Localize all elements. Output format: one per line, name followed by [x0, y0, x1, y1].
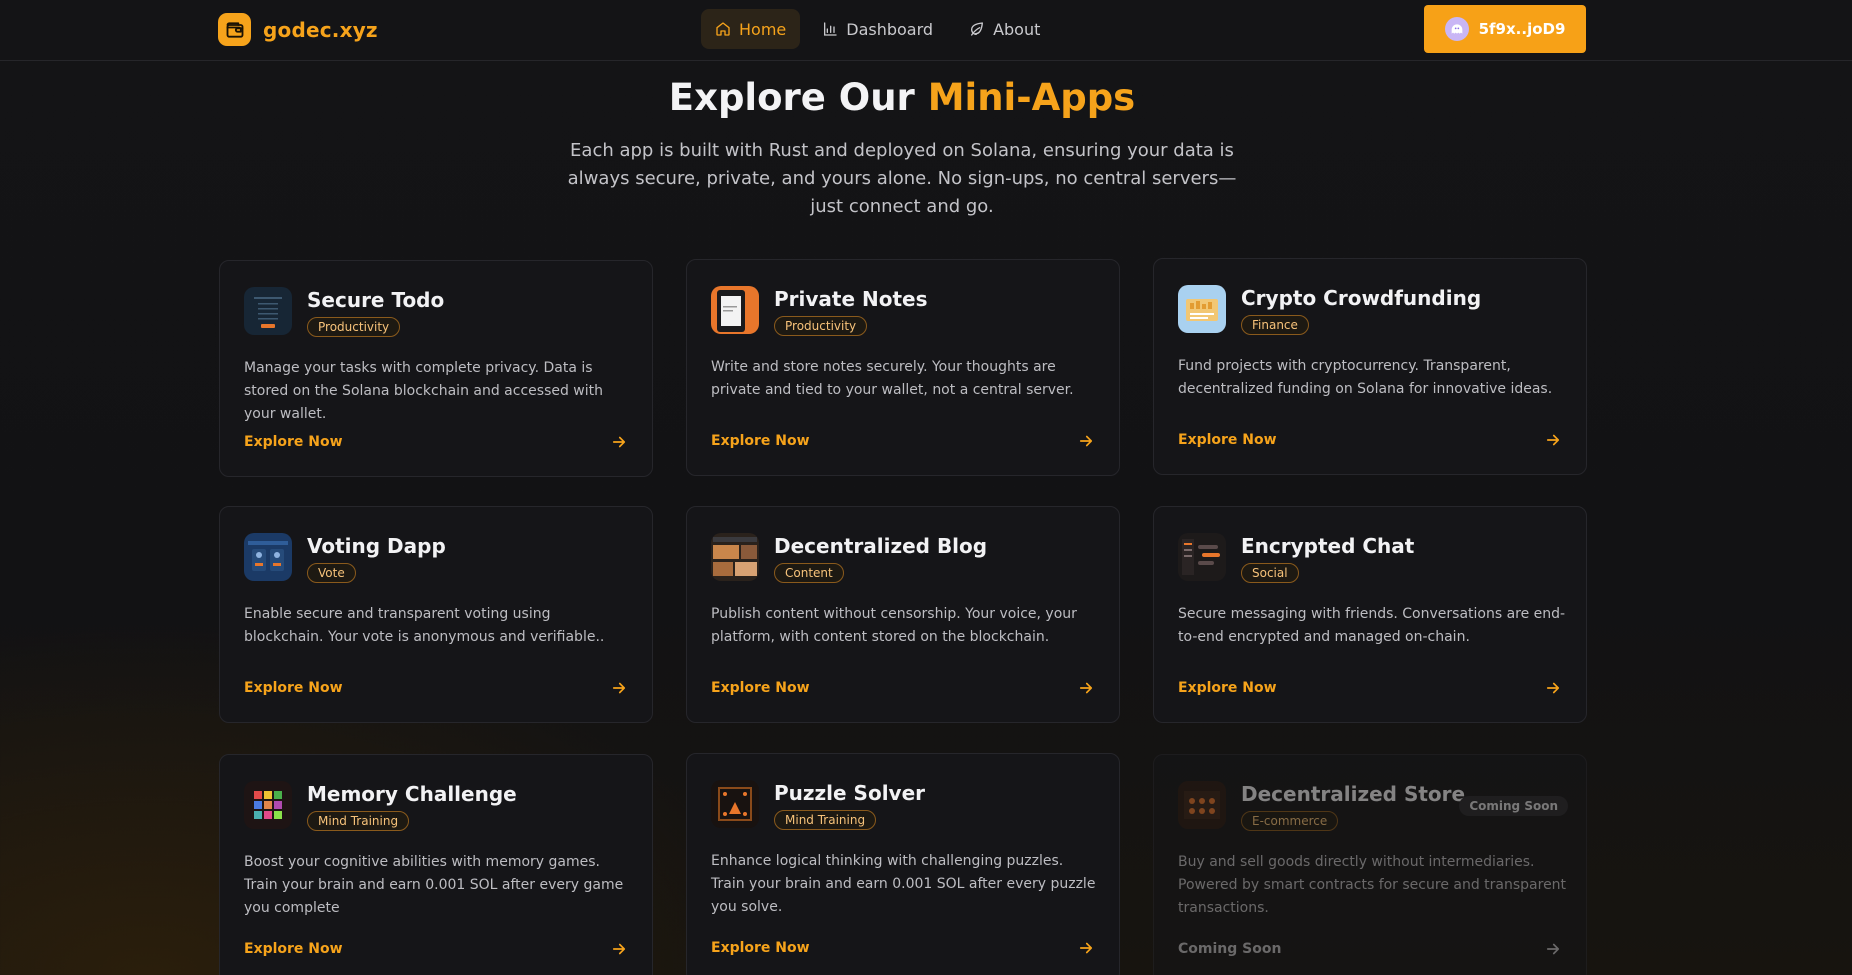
wallet-address: 5f9x..joD9: [1478, 20, 1566, 38]
app-description: Manage your tasks with complete privacy.…: [244, 360, 604, 422]
arrow-right-icon: [1546, 434, 1560, 446]
explore-link[interactable]: Explore Now: [244, 679, 628, 697]
coming-soon-link: Coming Soon: [1178, 940, 1562, 958]
home-icon: [716, 22, 730, 36]
app-card-decentralized-blog[interactable]: Decentralized Blog Content Publish conte…: [686, 506, 1120, 723]
cta-label: Explore Now: [711, 680, 810, 696]
app-card-secure-todo[interactable]: Secure Todo Productivity Manage your tas…: [219, 260, 653, 477]
brand[interactable]: godec.xyz: [218, 13, 378, 46]
page-subtitle: Each app is built with Rust and deployed…: [567, 140, 1237, 217]
explore-link[interactable]: Explore Now: [1178, 431, 1562, 449]
top-navbar: godec.xyz Home Dashboard About 5f9x..joD…: [0, 0, 1852, 61]
wallet-connect-button[interactable]: 5f9x..joD9: [1424, 5, 1586, 53]
explore-link[interactable]: Explore Now: [711, 939, 1095, 957]
voting-thumbnail-icon: [244, 533, 292, 581]
arrow-right-icon: [612, 943, 626, 955]
arrow-right-icon: [1546, 682, 1560, 694]
arrow-right-icon: [1079, 435, 1093, 447]
category-tag: Productivity: [774, 316, 868, 336]
app-card-decentralized-store: Decentralized Store E-commerce Coming So…: [1153, 754, 1587, 975]
app-description: Enable secure and transparent voting usi…: [244, 606, 605, 645]
nav-home[interactable]: Home: [701, 9, 801, 49]
title-prefix: Explore Our: [668, 76, 915, 119]
app-description: Fund projects with cryptocurrency. Trans…: [1178, 358, 1553, 397]
phantom-ghost-icon: [1444, 17, 1469, 41]
app-description: Enhance logical thinking with challengin…: [711, 853, 1096, 915]
wallet-icon: [218, 13, 251, 46]
app-title: Encrypted Chat: [1241, 534, 1415, 558]
app-title: Crypto Crowdfunding: [1241, 286, 1482, 310]
app-card-memory-challenge[interactable]: Memory Challenge Mind Training Boost you…: [219, 754, 653, 975]
app-card-crypto-crowdfunding[interactable]: Crypto Crowdfunding Finance Fund project…: [1153, 258, 1587, 475]
app-description: Buy and sell goods directly without inte…: [1178, 854, 1567, 916]
app-description: Publish content without censorship. Your…: [711, 606, 1077, 645]
category-tag: Finance: [1241, 315, 1309, 335]
category-tag: Mind Training: [307, 811, 410, 831]
app-title: Private Notes: [774, 287, 928, 311]
cta-label: Explore Now: [244, 680, 343, 696]
nav-dashboard[interactable]: Dashboard: [808, 9, 947, 49]
explore-link[interactable]: Explore Now: [711, 679, 1095, 697]
arrow-right-icon: [1079, 682, 1093, 694]
app-title: Decentralized Blog: [774, 534, 988, 558]
app-title: Voting Dapp: [307, 534, 446, 558]
app-title: Puzzle Solver: [774, 781, 926, 805]
cta-label: Explore Now: [244, 941, 343, 957]
app-description: Write and store notes securely. Your tho…: [711, 359, 1074, 398]
leaf-icon: [971, 22, 984, 36]
app-title: Secure Todo: [307, 288, 445, 312]
chat-thumbnail-icon: [1178, 533, 1226, 581]
memory-thumbnail-icon: [244, 781, 292, 829]
arrow-right-icon: [1079, 942, 1093, 954]
nav-home-label: Home: [739, 19, 787, 39]
app-card-puzzle-solver[interactable]: Puzzle Solver Mind Training Enhance logi…: [686, 753, 1120, 975]
cta-label: Explore Now: [711, 940, 810, 956]
brand-name: godec.xyz: [263, 17, 378, 42]
category-tag: Productivity: [307, 317, 401, 337]
cta-label: Explore Now: [711, 433, 810, 449]
category-tag: Mind Training: [774, 810, 877, 830]
app-title: Memory Challenge: [307, 782, 517, 806]
cta-label: Explore Now: [244, 434, 343, 450]
category-tag: Social: [1241, 563, 1299, 583]
explore-link[interactable]: Explore Now: [1178, 679, 1562, 697]
explore-link[interactable]: Explore Now: [244, 433, 628, 451]
nav-about-label: About: [993, 19, 1041, 39]
private-notes-thumbnail-icon: [711, 286, 759, 334]
blog-thumbnail-icon: [711, 533, 759, 581]
arrow-right-icon: [612, 682, 626, 694]
secure-todo-thumbnail-icon: [244, 287, 292, 335]
store-thumbnail-icon: [1178, 781, 1226, 829]
explore-link[interactable]: Explore Now: [244, 940, 628, 958]
coming-soon-badge: Coming Soon: [1459, 796, 1568, 816]
explore-link[interactable]: Explore Now: [711, 432, 1095, 450]
arrow-right-icon: [612, 436, 626, 448]
nav-dashboard-label: Dashboard: [846, 19, 934, 39]
app-description: Boost your cognitive abilities with memo…: [244, 854, 624, 916]
crowdfunding-thumbnail-icon: [1178, 285, 1226, 333]
nav-links: Home Dashboard About: [701, 9, 1054, 49]
cta-label: Explore Now: [1178, 680, 1277, 696]
app-title: Decentralized Store: [1241, 782, 1466, 806]
cta-label: Coming Soon: [1178, 941, 1282, 957]
category-tag: Vote: [307, 563, 356, 583]
nav-about[interactable]: About: [955, 9, 1054, 49]
page-title: Explore Our Mini-Apps: [0, 76, 1804, 119]
app-card-encrypted-chat[interactable]: Encrypted Chat Social Secure messaging w…: [1153, 506, 1587, 723]
puzzle-thumbnail-icon: [711, 780, 759, 828]
bar-chart-icon: [824, 22, 837, 36]
app-description: Secure messaging with friends. Conversat…: [1178, 606, 1566, 645]
app-card-voting-dapp[interactable]: Voting Dapp Vote Enable secure and trans…: [219, 506, 653, 723]
arrow-right-icon: [1546, 943, 1560, 955]
title-accent: Mini-Apps: [927, 76, 1136, 119]
app-card-private-notes[interactable]: Private Notes Productivity Write and sto…: [686, 259, 1120, 476]
category-tag: Content: [774, 563, 844, 583]
category-tag: E-commerce: [1241, 811, 1339, 831]
cta-label: Explore Now: [1178, 432, 1277, 448]
